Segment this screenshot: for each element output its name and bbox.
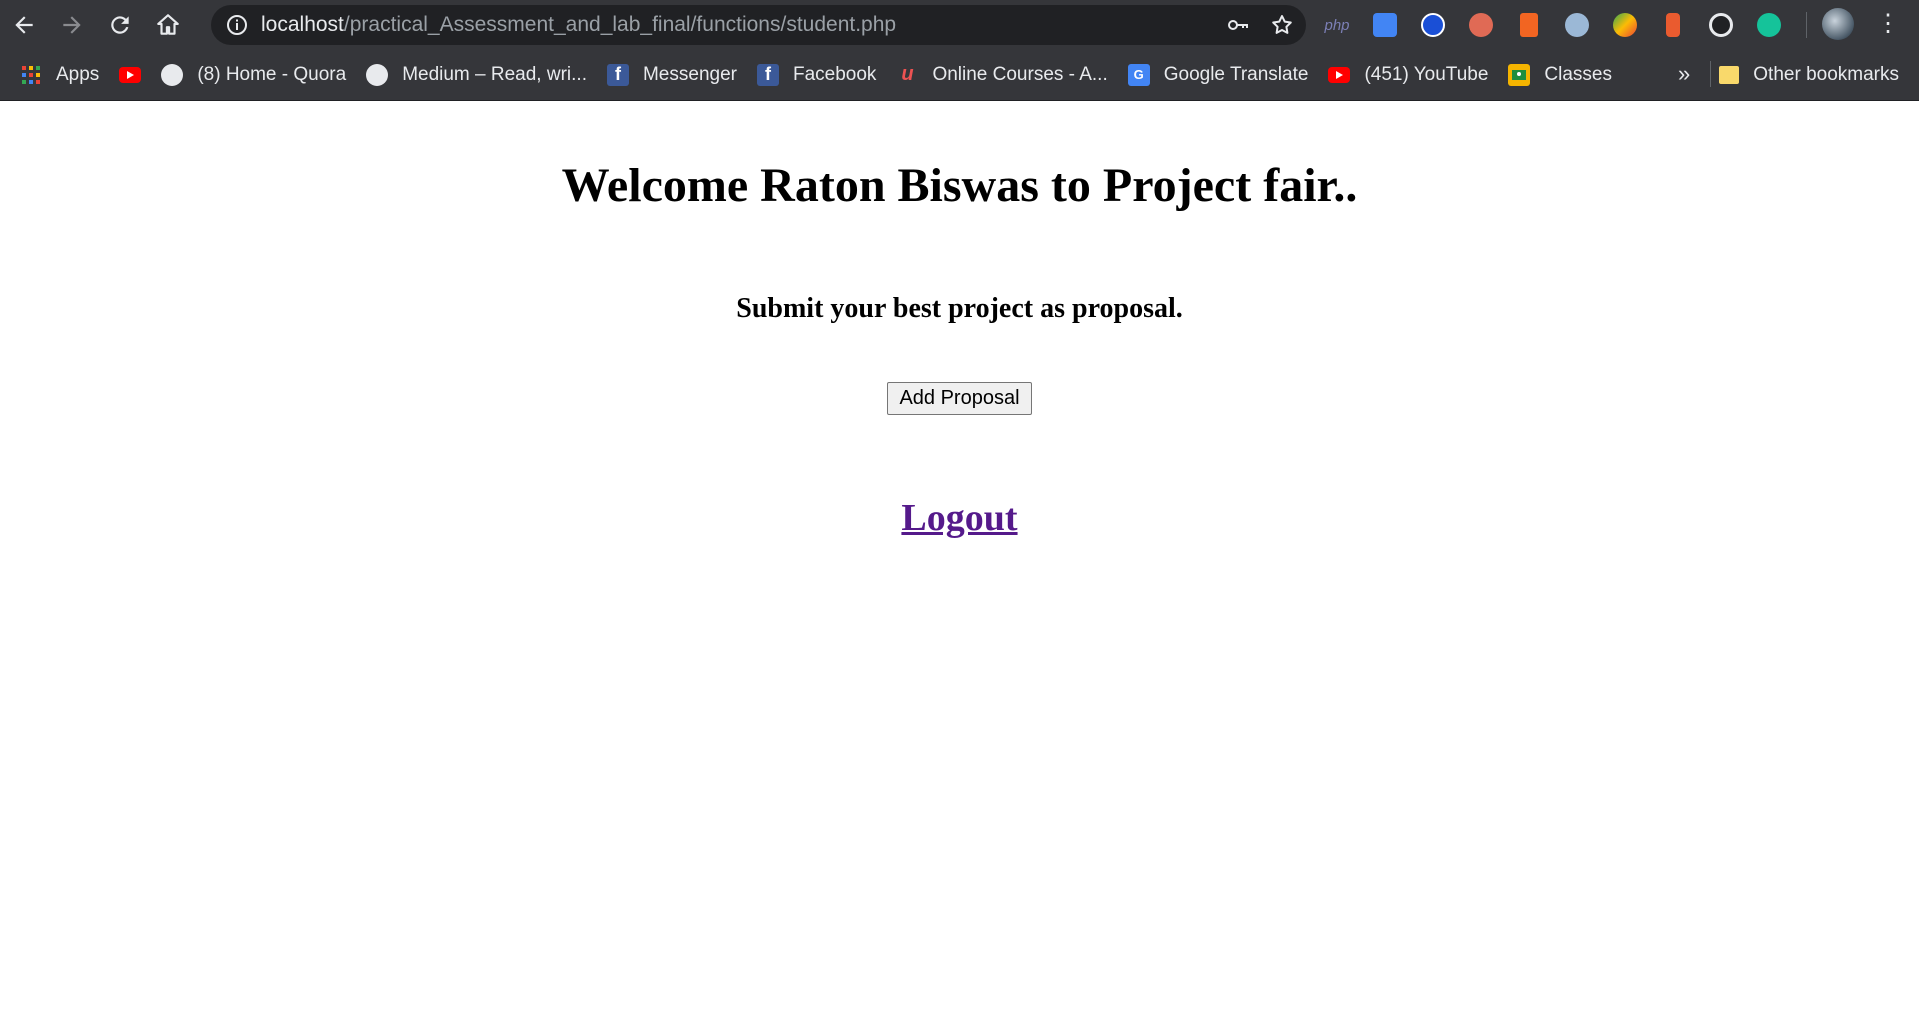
folder-icon xyxy=(1719,65,1740,84)
bookmark-udemy[interactable]: u Online Courses - A... xyxy=(896,63,1108,86)
bookmark-label: Google Translate xyxy=(1163,63,1309,85)
rocket-extension-icon[interactable] xyxy=(1656,8,1690,42)
bookmark-youtube-451[interactable]: (451) YouTube xyxy=(1328,64,1488,86)
bookmarks-overflow-button[interactable]: » xyxy=(1678,61,1690,87)
other-bookmarks[interactable]: Other bookmarks xyxy=(1719,49,1899,100)
profile-avatar[interactable] xyxy=(1822,8,1854,40)
toolbar-separator xyxy=(1806,12,1807,38)
home-button[interactable] xyxy=(144,0,192,49)
bookmark-label: Medium – Read, wri... xyxy=(402,63,587,85)
classroom-icon xyxy=(1508,63,1531,86)
key-icon[interactable] xyxy=(1224,11,1252,39)
udemy-icon: u xyxy=(901,63,914,85)
url-host: localhost xyxy=(261,13,344,36)
swirl-extension-icon[interactable] xyxy=(1704,8,1738,42)
youtube-icon xyxy=(1328,66,1351,83)
other-bookmarks-label: Other bookmarks xyxy=(1753,63,1899,85)
star-icon[interactable] xyxy=(1268,11,1296,39)
bookmark-apps[interactable]: Apps xyxy=(20,64,99,86)
translate-icon: G xyxy=(1127,63,1150,86)
welcome-heading: Welcome Raton Biswas to Project fair.. xyxy=(561,159,1358,212)
megaphone-extension-icon[interactable] xyxy=(1512,8,1546,42)
globe-icon xyxy=(161,63,184,86)
bookmark-messenger[interactable]: f Messenger xyxy=(606,63,737,86)
bookmark-label: Classes xyxy=(1544,63,1612,85)
logout-link[interactable]: Logout xyxy=(901,497,1017,539)
bookmark-facebook[interactable]: f Facebook xyxy=(756,63,877,86)
bookmark-label: (8) Home - Quora xyxy=(197,63,347,85)
forward-button[interactable] xyxy=(48,0,96,49)
bookmark-label: (451) YouTube xyxy=(1364,63,1489,85)
arrow-right-icon xyxy=(63,15,81,34)
bookmark-label: Messenger xyxy=(642,63,737,85)
arrow-left-icon xyxy=(15,15,33,34)
grammarly-extension-icon[interactable] xyxy=(1752,8,1786,42)
globe-icon xyxy=(366,63,389,86)
google-translate-extension-icon[interactable] xyxy=(1368,8,1402,42)
bookmark-medium[interactable]: Medium – Read, wri... xyxy=(366,63,587,86)
php-extension-icon[interactable]: php xyxy=(1320,8,1354,42)
url-path: /practical_Assessment_and_lab_final/func… xyxy=(343,13,897,36)
home-icon xyxy=(157,13,179,35)
bookmark-quora[interactable]: (8) Home - Quora xyxy=(161,63,347,86)
facebook-icon: f xyxy=(756,63,779,86)
reload-icon xyxy=(111,15,129,34)
info-icon[interactable] xyxy=(225,13,249,37)
owl-extension-icon[interactable] xyxy=(1464,8,1498,42)
bookmark-classes[interactable]: Classes xyxy=(1508,63,1612,86)
proposal-subheading: Submit your best project as proposal. xyxy=(736,293,1183,324)
browser-toolbar: localhost/practical_Assessment_and_lab_f… xyxy=(0,0,1919,49)
youtube-icon xyxy=(119,66,142,83)
bookmark-label: Apps xyxy=(56,63,100,85)
color-picker-extension-icon[interactable] xyxy=(1608,8,1642,42)
address-bar[interactable]: localhost/practical_Assessment_and_lab_f… xyxy=(211,5,1306,45)
dashlane-extension-icon[interactable] xyxy=(1416,8,1450,42)
menu-icon[interactable]: ⋮ xyxy=(1876,12,1900,36)
bookmark-google-translate[interactable]: G Google Translate xyxy=(1127,63,1309,86)
bookmark-youtube[interactable] xyxy=(119,66,142,83)
bookmarks-bar: Apps (8) Home - Quora Medium – Read, wri… xyxy=(0,49,1919,101)
extensions-bar: php xyxy=(1320,8,1786,42)
bookmark-label: Online Courses - A... xyxy=(932,63,1108,85)
reload-button[interactable] xyxy=(96,0,144,49)
apps-grid-icon xyxy=(20,64,42,86)
facebook-icon: f xyxy=(606,63,629,86)
php-label: php xyxy=(1324,16,1350,34)
vpn-extension-icon[interactable] xyxy=(1560,8,1594,42)
url-text[interactable]: localhost/practical_Assessment_and_lab_f… xyxy=(261,13,896,37)
bookmark-label: Facebook xyxy=(792,63,877,85)
bookmarks-separator xyxy=(1710,61,1711,87)
back-button[interactable] xyxy=(0,0,48,49)
add-proposal-button[interactable]: Add Proposal xyxy=(887,382,1032,415)
